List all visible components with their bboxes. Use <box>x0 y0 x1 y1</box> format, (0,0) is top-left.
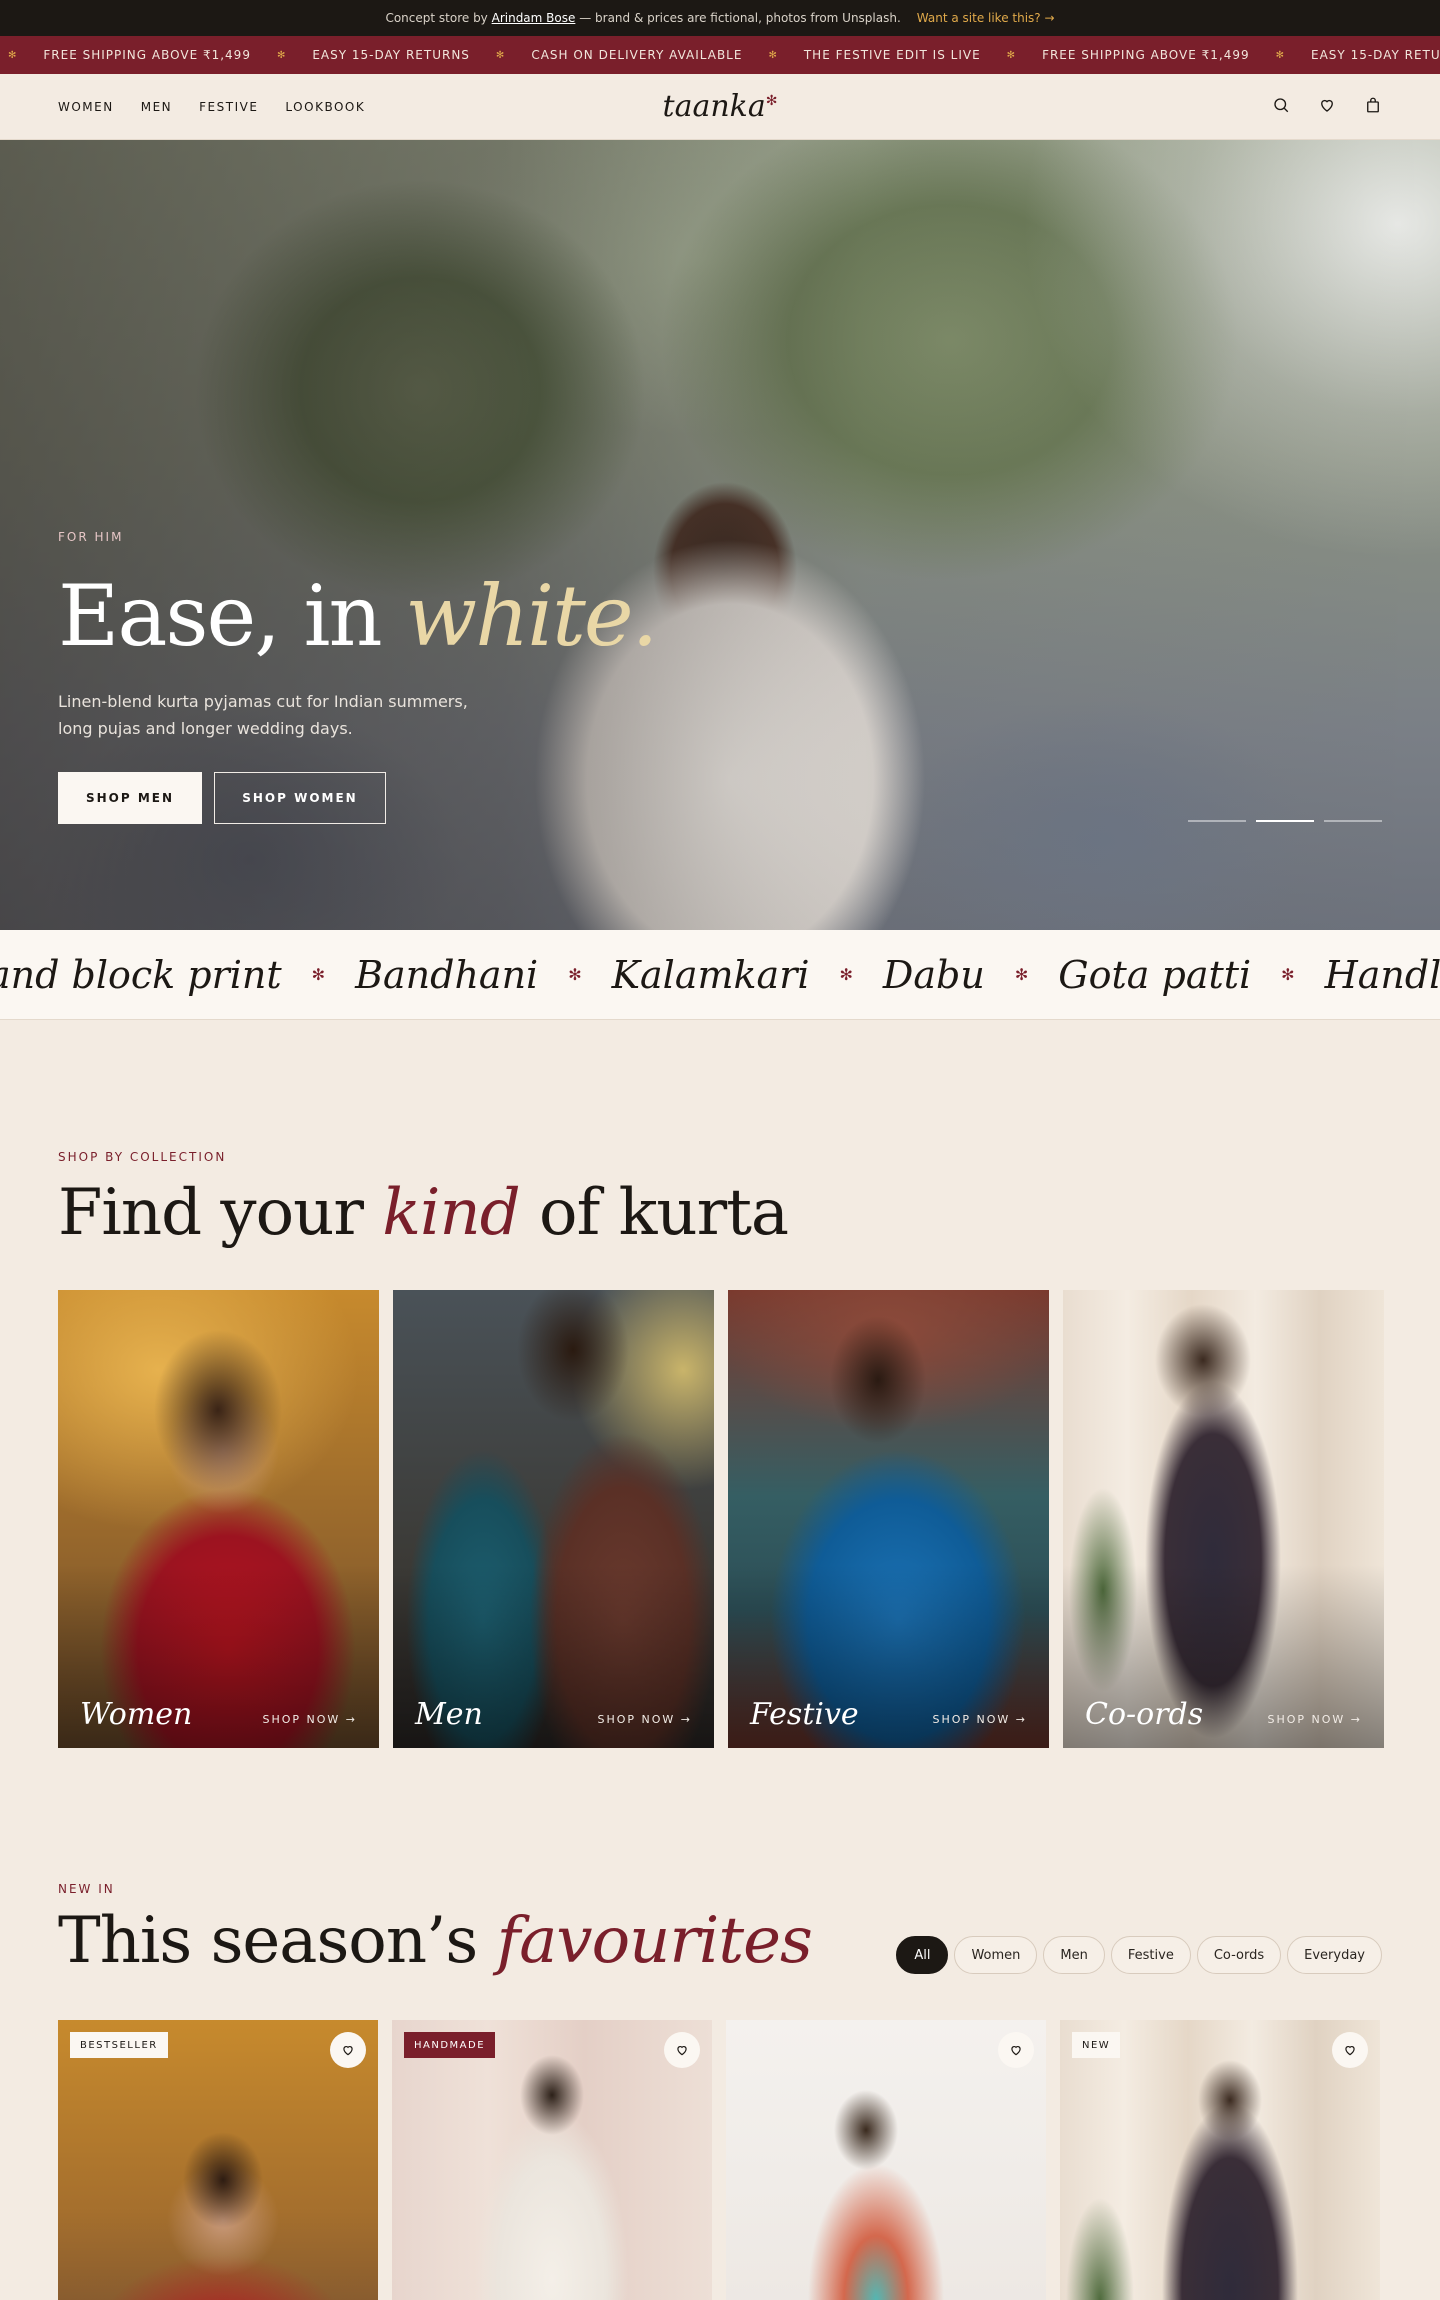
products-eyebrow: NEW IN <box>58 1882 115 1896</box>
hero-subtitle: Linen-blend kurta pyjamas cut for Indian… <box>58 692 468 738</box>
new-badge: NEW <box>1072 2032 1121 2058</box>
collection-card-festive[interactable]: Festive SHOP NOW → <box>728 1290 1049 1748</box>
nav-item-lookbook[interactable]: LOOKBOOK <box>285 100 365 114</box>
star-icon: ✻ <box>8 49 18 61</box>
filter-chip-all[interactable]: All <box>896 1936 949 1974</box>
craft-item: Bandhani <box>355 952 539 997</box>
hero-eyebrow: FOR HIM <box>58 530 124 544</box>
brand-logo[interactable]: taanka✻ <box>663 89 778 124</box>
craft-item: Handloom <box>1324 952 1440 997</box>
product-card[interactable]: NEW <box>1060 2020 1380 2300</box>
bestseller-badge: BESTSELLER <box>70 2032 168 2058</box>
products-title: This season’s favourites <box>58 1904 813 1978</box>
star-icon: ✻ <box>768 49 778 61</box>
collections-eyebrow: SHOP BY COLLECTION <box>58 1150 227 1164</box>
filter-chips: All Women Men Festive Co-ords Everyday <box>896 1936 1382 1974</box>
collection-card-coords[interactable]: Co-ords SHOP NOW → <box>1063 1290 1384 1748</box>
header-actions <box>1272 96 1382 118</box>
star-icon: ✻ <box>1014 965 1029 984</box>
heart-icon <box>1011 2046 1021 2056</box>
product-grid: BESTSELLER HANDMADE NEW <box>58 2020 1382 2300</box>
heart-icon <box>343 2046 353 2056</box>
ticker-item: CASH ON DELIVERY AVAILABLE <box>531 48 743 62</box>
search-icon[interactable] <box>1272 96 1290 118</box>
ticker-item: FREE SHIPPING ABOVE ₹1,499 <box>43 48 251 62</box>
author-link[interactable]: Arindam Bose <box>492 11 576 25</box>
shop-men-button[interactable]: SHOP MEN <box>58 772 202 824</box>
filter-chip-women[interactable]: Women <box>954 1936 1038 1974</box>
hero-content: FOR HIM Ease, in white. Linen-blend kurt… <box>58 530 658 824</box>
star-icon: ✻ <box>311 965 326 984</box>
shop-now-link[interactable]: SHOP NOW → <box>1267 1713 1362 1726</box>
slide-dot-3[interactable] <box>1324 820 1382 822</box>
craft-item: Gota patti <box>1058 952 1252 997</box>
shop-now-link[interactable]: SHOP NOW → <box>262 1713 357 1726</box>
heart-icon[interactable] <box>1318 96 1336 118</box>
craft-marquee: and block print ✻ Bandhani ✻ Kalamkari ✻… <box>0 930 1440 1020</box>
collection-label: Festive <box>750 1697 859 1732</box>
notice-bar: Concept store by Arindam Bose — brand & … <box>0 0 1440 36</box>
star-icon: ✻ <box>1006 49 1017 61</box>
hero-title: Ease, in white. <box>58 567 658 665</box>
ticker-item: FREE SHIPPING ABOVE ₹1,499 <box>1042 48 1250 62</box>
notice-text: Concept store by Arindam Bose — brand & … <box>385 11 901 25</box>
logo-star-icon: ✻ <box>765 93 778 109</box>
filter-chip-men[interactable]: Men <box>1043 1936 1105 1974</box>
ticker-item: EASY 15-DAY RETURNS <box>1311 48 1440 62</box>
collections-section: SHOP BY COLLECTION Find your kind of kur… <box>0 1020 1440 1748</box>
heart-icon <box>677 2046 687 2056</box>
wishlist-button[interactable] <box>664 2032 700 2068</box>
slide-dot-1[interactable] <box>1188 820 1246 822</box>
collection-card-women[interactable]: Women SHOP NOW → <box>58 1290 379 1748</box>
star-icon: ✻ <box>1275 49 1286 61</box>
filter-chip-coords[interactable]: Co-ords <box>1196 1936 1282 1974</box>
nav-item-festive[interactable]: FESTIVE <box>199 100 258 114</box>
promo-ticker: ✻ FREE SHIPPING ABOVE ₹1,499 ✻ EASY 15-D… <box>0 36 1440 74</box>
craft-item: Kalamkari <box>611 952 810 997</box>
wishlist-button[interactable] <box>1332 2032 1368 2068</box>
bag-icon[interactable] <box>1364 96 1382 118</box>
wishlist-button[interactable] <box>330 2032 366 2068</box>
slide-indicators <box>1188 820 1382 822</box>
slide-dot-2[interactable] <box>1256 820 1314 822</box>
nav-item-women[interactable]: WOMEN <box>58 100 114 114</box>
product-card[interactable]: HANDMADE <box>392 2020 712 2300</box>
collection-label: Men <box>415 1697 483 1732</box>
star-icon: ✻ <box>568 965 582 984</box>
contact-cta-link[interactable]: Want a site like this? → <box>917 11 1055 25</box>
collection-label: Co-ords <box>1085 1697 1204 1732</box>
star-icon: ✻ <box>839 965 853 984</box>
products-section: NEW IN This season’s favourites All Wome… <box>0 1748 1440 2300</box>
shop-now-link[interactable]: SHOP NOW → <box>597 1713 692 1726</box>
hero-banner: FOR HIM Ease, in white. Linen-blend kurt… <box>0 140 1440 930</box>
collection-grid: Women SHOP NOW → Men SHOP NOW → Festive … <box>58 1290 1384 1748</box>
craft-item: Dabu <box>882 952 985 997</box>
shop-now-link[interactable]: SHOP NOW → <box>932 1713 1027 1726</box>
filter-chip-everyday[interactable]: Everyday <box>1287 1936 1382 1974</box>
star-icon: ✻ <box>276 49 287 61</box>
heart-icon <box>1345 2046 1355 2056</box>
star-icon: ✻ <box>1281 965 1295 984</box>
main-nav: WOMEN MEN FESTIVE LOOKBOOK <box>58 100 365 114</box>
star-icon: ✻ <box>495 49 506 61</box>
product-card[interactable] <box>726 2020 1046 2300</box>
site-header: WOMEN MEN FESTIVE LOOKBOOK taanka✻ <box>0 74 1440 140</box>
collection-label: Women <box>80 1697 193 1732</box>
shop-women-button[interactable]: SHOP WOMEN <box>214 772 386 824</box>
nav-item-men[interactable]: MEN <box>141 100 172 114</box>
collections-title: Find your kind of kurta <box>58 1176 789 1250</box>
collection-card-men[interactable]: Men SHOP NOW → <box>393 1290 714 1748</box>
ticker-item: EASY 15-DAY RETURNS <box>312 48 470 62</box>
ticker-item: THE FESTIVE EDIT IS LIVE <box>803 48 981 62</box>
product-card[interactable]: BESTSELLER <box>58 2020 378 2300</box>
filter-chip-festive[interactable]: Festive <box>1110 1936 1191 1974</box>
handmade-badge: HANDMADE <box>404 2032 496 2058</box>
wishlist-button[interactable] <box>998 2032 1034 2068</box>
craft-item: and block print <box>0 952 282 997</box>
